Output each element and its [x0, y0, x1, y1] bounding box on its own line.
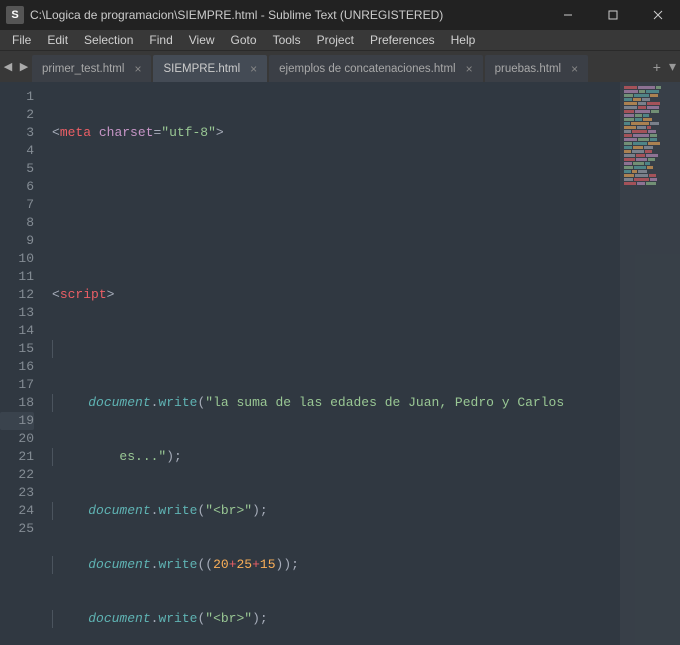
window-controls [545, 0, 680, 30]
tab-close-icon[interactable]: × [466, 62, 473, 76]
tab-label: primer_test.html [42, 63, 124, 75]
code-content[interactable]: <meta charset="utf-8"> <script> document… [44, 82, 620, 645]
minimap-content [624, 86, 676, 182]
menu-preferences[interactable]: Preferences [362, 30, 443, 50]
menu-tools[interactable]: Tools [265, 30, 309, 50]
close-button[interactable] [635, 0, 680, 30]
menu-goto[interactable]: Goto [223, 30, 265, 50]
menu-project[interactable]: Project [309, 30, 362, 50]
new-tab-button[interactable]: + [649, 59, 665, 75]
tab-ejemplos[interactable]: ejemplos de concatenaciones.html × [269, 55, 482, 83]
nav-forward-button[interactable]: ▶ [16, 60, 32, 73]
tab-menu-button[interactable]: ▾ [665, 58, 680, 75]
minimap[interactable] [620, 82, 680, 645]
menu-selection[interactable]: Selection [76, 30, 141, 50]
maximize-button[interactable] [590, 0, 635, 30]
tab-primer-test[interactable]: primer_test.html × [32, 55, 151, 83]
tab-label: pruebas.html [495, 63, 561, 75]
tab-pruebas[interactable]: pruebas.html × [485, 55, 589, 83]
tab-close-icon[interactable]: × [250, 62, 257, 76]
tab-close-icon[interactable]: × [571, 62, 578, 76]
menu-file[interactable]: File [4, 30, 39, 50]
tab-close-icon[interactable]: × [134, 62, 141, 76]
nav-back-button[interactable]: ◀ [0, 60, 16, 73]
menu-bar: File Edit Selection Find View Goto Tools… [0, 30, 680, 50]
menu-help[interactable]: Help [443, 30, 484, 50]
app-icon: S [6, 6, 24, 24]
tab-label: SIEMPRE.html [163, 63, 240, 75]
tab-siempre[interactable]: SIEMPRE.html × [153, 55, 267, 83]
window-title: C:\Logica de programacion\SIEMPRE.html -… [30, 8, 545, 22]
editor-area[interactable]: 1234567891011121314151617181920212223242… [0, 82, 680, 645]
minimize-button[interactable] [545, 0, 590, 30]
menu-find[interactable]: Find [141, 30, 180, 50]
menu-edit[interactable]: Edit [39, 30, 76, 50]
tab-bar: ◀ ▶ primer_test.html × SIEMPRE.html × ejem… [0, 50, 680, 82]
menu-view[interactable]: View [181, 30, 223, 50]
title-bar: S C:\Logica de programacion\SIEMPRE.html… [0, 0, 680, 30]
tabs-container: primer_test.html × SIEMPRE.html × ejemplos… [32, 51, 649, 83]
tab-label: ejemplos de concatenaciones.html [279, 63, 455, 75]
line-number-gutter[interactable]: 1234567891011121314151617181920212223242… [0, 82, 44, 645]
